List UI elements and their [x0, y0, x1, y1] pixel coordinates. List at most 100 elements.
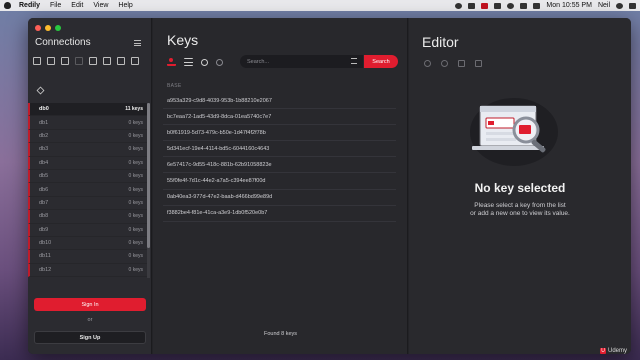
database-row-db9[interactable]: db9 0 keys	[28, 223, 147, 237]
database-row-db6[interactable]: db6 0 keys	[28, 183, 147, 197]
search-icon[interactable]	[616, 2, 623, 9]
editor-title: Editor	[422, 34, 459, 50]
dropbox-icon[interactable]	[494, 2, 502, 9]
empty-state-message: Please select a key from the list or add…	[409, 202, 631, 218]
database-name: db10	[39, 240, 52, 247]
udemy-watermark: U Udemy	[600, 348, 627, 354]
key-list-item[interactable]: 6e57417c-9d55-418c-881b-62b91058823e	[163, 157, 396, 174]
search-button[interactable]: Search	[364, 55, 398, 68]
sidebar-scrollbar[interactable]	[147, 103, 150, 278]
app-window: Connections db0 11 keys db1 0 keys db2 0 keys…	[28, 18, 631, 354]
sign-in-button[interactable]: Sign In	[34, 298, 146, 311]
menubar-clock[interactable]: Mon 10:55 PM	[546, 2, 592, 9]
timer-icon[interactable]	[507, 2, 515, 9]
menu-view[interactable]: View	[93, 2, 108, 9]
status-icon[interactable]	[468, 2, 476, 9]
tree-view-icon[interactable]	[167, 58, 176, 66]
window-controls	[35, 25, 61, 31]
maximize-window-button[interactable]	[55, 25, 61, 31]
link-icon[interactable]	[75, 57, 83, 65]
database-name: db3	[39, 146, 49, 153]
database-key-count: 0 keys	[128, 119, 143, 126]
editor-toolbar	[424, 60, 482, 67]
record-icon[interactable]	[481, 2, 489, 9]
database-name: db4	[39, 159, 49, 166]
menu-app-name[interactable]: Redily	[19, 2, 40, 9]
battery-icon[interactable]	[533, 2, 541, 9]
keys-title: Keys	[167, 32, 199, 48]
menu-icon[interactable]	[134, 40, 141, 46]
key-list-item[interactable]: 55f0fe4f-7d1c-44e2-a7a5-c394ee87f00d	[163, 173, 396, 190]
wifi-icon[interactable]	[520, 2, 528, 9]
refresh-icon[interactable]	[131, 57, 139, 65]
database-row-db0[interactable]: db0 11 keys	[28, 103, 147, 117]
database-row-db11[interactable]: db11 0 keys	[28, 250, 147, 264]
udemy-logo-icon: U	[600, 348, 606, 354]
database-name: db5	[39, 173, 49, 180]
menu-file[interactable]: File	[50, 2, 61, 9]
database-row-db12[interactable]: db12 0 keys	[28, 263, 147, 278]
menu-help[interactable]: Help	[118, 2, 132, 9]
udemy-text: Udemy	[608, 348, 628, 354]
database-name: db2	[39, 132, 49, 139]
database-key-count: 11 keys	[125, 106, 143, 113]
database-row-db7[interactable]: db7 0 keys	[28, 196, 147, 211]
key-list-item[interactable]: 5d341ecf-19e4-4114-bd5c-6044160c4643	[163, 141, 396, 158]
scrollbar-thumb[interactable]	[147, 103, 150, 249]
database-name: db12	[39, 266, 52, 273]
database-name: db7	[39, 199, 49, 206]
key-list-item[interactable]: 0ab40ea3-977d-47e2-baab-d466bd99e89d	[163, 190, 396, 206]
database-row-db8[interactable]: db8 0 keys	[28, 210, 147, 224]
key-settings-icon[interactable]	[216, 58, 223, 66]
edit-connection-icon[interactable]	[47, 57, 55, 65]
menu-edit[interactable]: Edit	[71, 2, 83, 9]
delete-trash-icon[interactable]	[475, 60, 482, 67]
apple-icon[interactable]	[4, 2, 11, 9]
menubar-user[interactable]: Neil	[598, 2, 610, 9]
list-view-icon[interactable]	[184, 58, 193, 66]
database-key-count: 0 keys	[128, 186, 143, 193]
empty-state-title: No key selected	[474, 181, 566, 195]
control-center-icon[interactable]	[629, 2, 636, 9]
add-key-icon[interactable]	[201, 58, 208, 66]
key-list-item[interactable]: bc7eaa72-1ad5-43d9-8dca-01ea5740c7e7	[163, 109, 396, 126]
database-row-db4[interactable]: db4 0 keys	[28, 156, 147, 170]
database-row-db10[interactable]: db10 0 keys	[28, 236, 147, 251]
cloud-icon[interactable]	[455, 2, 463, 9]
database-name: db8	[39, 213, 49, 220]
database-key-count: 0 keys	[128, 226, 143, 233]
ttl-clock-icon[interactable]	[441, 60, 448, 67]
database-row-db2[interactable]: db2 0 keys	[28, 129, 147, 144]
connections-title: Connections	[35, 37, 91, 48]
database-row-db1[interactable]: db1 0 keys	[28, 116, 147, 130]
database-name: db6	[39, 186, 49, 193]
database-key-count: 0 keys	[128, 173, 143, 180]
database-key-count: 0 keys	[128, 253, 143, 260]
server-info-icon[interactable]	[61, 57, 69, 65]
connections-sidebar: Connections db0 11 keys db1 0 keys db2 0 keys…	[28, 18, 152, 354]
key-list-item[interactable]: f3882be4-f81e-41ca-a3e9-1db0f520e0b7	[163, 206, 396, 222]
download-icon[interactable]	[103, 57, 111, 65]
database-name: db0	[39, 106, 49, 113]
filter-icon[interactable]	[351, 58, 357, 64]
close-window-button[interactable]	[35, 25, 41, 31]
database-key-count: 0 keys	[128, 199, 143, 206]
minimize-window-button[interactable]	[45, 25, 51, 31]
database-row-db5[interactable]: db5 0 keys	[28, 169, 147, 184]
rename-pencil-icon[interactable]	[458, 60, 465, 67]
upload-icon[interactable]	[117, 57, 125, 65]
search-input[interactable]: Search...	[240, 55, 363, 68]
key-group-label: BASE	[167, 83, 182, 89]
disconnect-icon[interactable]	[89, 57, 97, 65]
sign-up-button[interactable]: Sign Up	[34, 331, 146, 344]
key-list-item[interactable]: a953a329-c9d8-4039-953b-1b88210e2067	[163, 93, 396, 110]
keys-panel: Keys Search... Search BASE a953a329-c9d8…	[153, 18, 408, 354]
key-list-item[interactable]: b0f61919-5d73-479c-b50e-1d47f4f2f78b	[163, 125, 396, 142]
database-row-db3[interactable]: db3 0 keys	[28, 143, 147, 157]
database-key-count: 0 keys	[128, 146, 143, 153]
reload-icon[interactable]	[424, 60, 431, 67]
add-connection-icon[interactable]	[33, 57, 41, 65]
menubar: Redily File Edit View Help Mon 10:55 PM …	[0, 0, 640, 11]
database-name: db1	[39, 119, 49, 126]
database-key-count: 0 keys	[128, 159, 143, 166]
